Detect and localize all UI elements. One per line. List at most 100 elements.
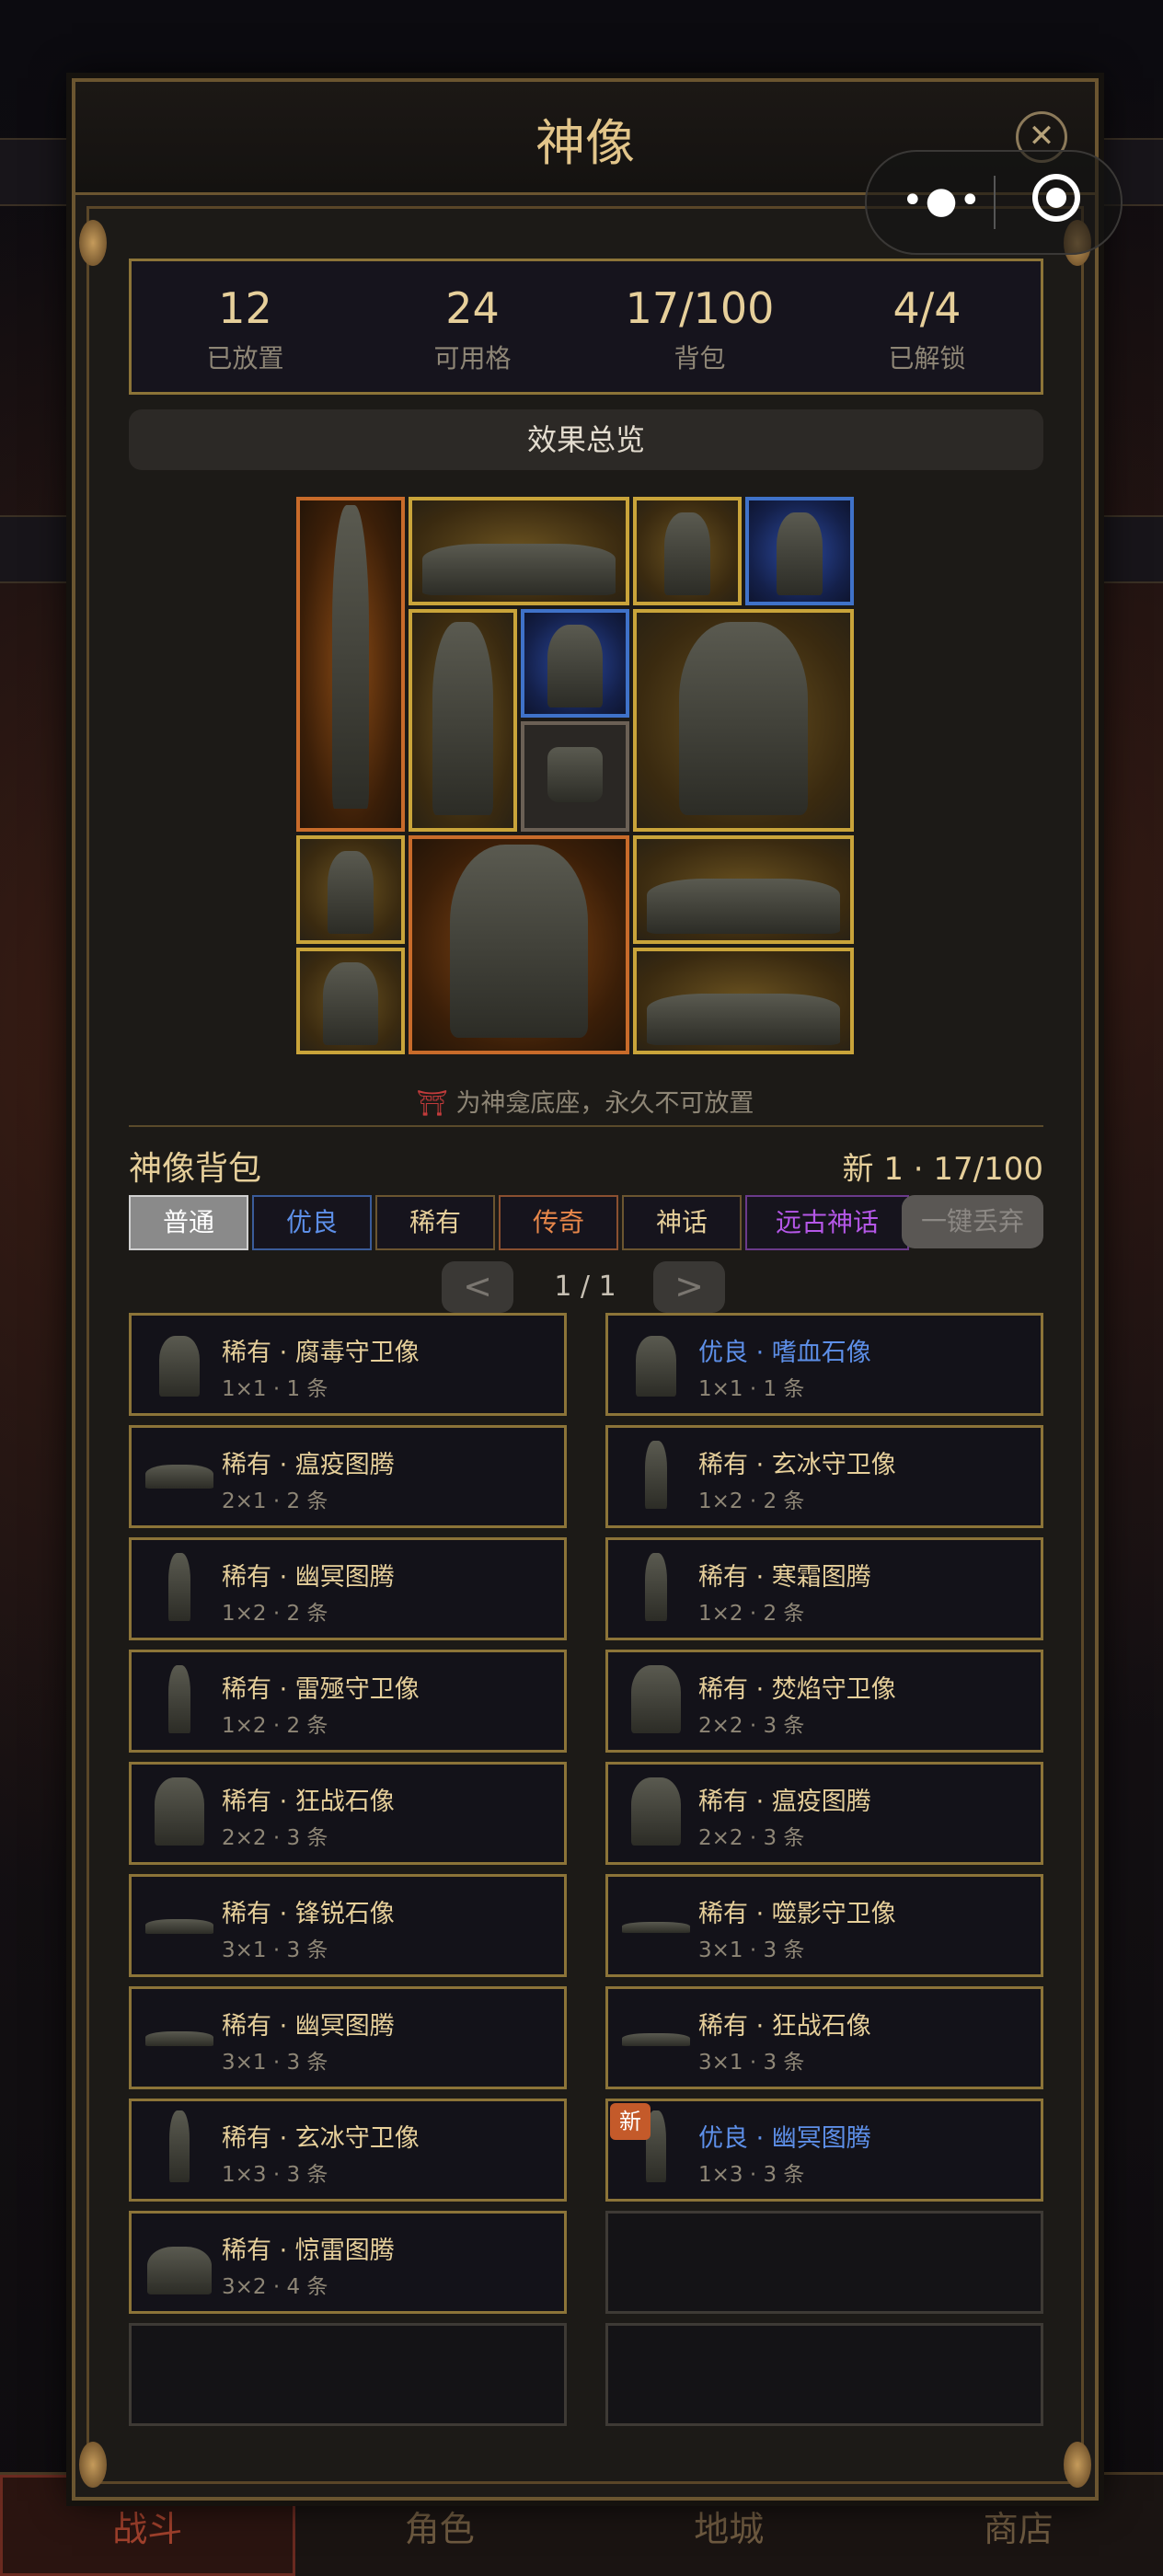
item-meta: 1×1 · 1 条 [222, 1377, 328, 1401]
statue-modal: 神像 ✕ 12 已放置 24 可用格 17/100 背包 4/4 已解锁 效果总… [72, 78, 1099, 2501]
base-note: ⛩ 为神龛底座，永久不可放置 [75, 1083, 1095, 1119]
item-name: 稀有 · 焚焰守卫像 [698, 1675, 896, 1704]
shrine-grid [296, 497, 854, 1054]
stat-label: 可用格 [433, 343, 512, 374]
target-icon[interactable] [1032, 174, 1080, 222]
grid-slot[interactable] [409, 497, 629, 605]
bag-item[interactable]: 优良 · 嗜血石像 1×1 · 1 条 [605, 1313, 1043, 1416]
bag-item[interactable]: 稀有 · 幽冥图腾 1×2 · 2 条 [129, 1537, 567, 1640]
grid-slot[interactable] [633, 835, 854, 944]
statue-icon [141, 1327, 218, 1404]
statue-icon [617, 1776, 695, 1853]
bag-item[interactable]: 稀有 · 噬影守卫像 3×1 · 3 条 [605, 1874, 1043, 1977]
item-name: 稀有 · 腐毒守卫像 [222, 1339, 420, 1367]
stat-label: 已解锁 [888, 343, 966, 374]
item-name: 稀有 · 噬影守卫像 [698, 1900, 896, 1928]
item-meta: 1×3 · 3 条 [222, 2163, 328, 2187]
stats-panel: 12 已放置 24 可用格 17/100 背包 4/4 已解锁 [129, 259, 1043, 395]
item-meta: 1×2 · 2 条 [698, 1602, 805, 1626]
bag-item[interactable]: 稀有 · 玄冰守卫像 1×2 · 2 条 [605, 1425, 1043, 1528]
grid-slot[interactable] [633, 497, 742, 605]
bag-item[interactable]: 稀有 · 锋锐石像 3×1 · 3 条 [129, 1874, 567, 1977]
stat-label: 背包 [674, 343, 726, 374]
item-meta: 3×1 · 3 条 [222, 2051, 328, 2075]
statue-icon [141, 1551, 218, 1628]
capsule-separator [994, 176, 996, 229]
statue-icon [141, 1663, 218, 1741]
item-meta: 3×1 · 3 条 [698, 2051, 805, 2075]
pager: < 1 / 1 > [75, 1261, 1095, 1317]
stat-placed: 12 已放置 [132, 261, 359, 392]
more-dots-icon[interactable]: •●• [902, 182, 983, 219]
miniprogram-capsule: •●• [865, 150, 1123, 255]
page-indicator: 1 / 1 [554, 1271, 616, 1303]
new-badge: 新 [610, 2103, 651, 2140]
bag-item[interactable]: 稀有 · 惊雷图腾 3×2 · 4 条 [129, 2211, 567, 2314]
bag-item[interactable]: 新 优良 · 幽冥图腾 1×3 · 3 条 [605, 2099, 1043, 2202]
item-meta: 3×1 · 3 条 [698, 1938, 805, 1962]
torii-icon: ⛩ [416, 1089, 448, 1118]
item-meta: 1×1 · 1 条 [698, 1377, 805, 1401]
stat-value: 17/100 [625, 283, 775, 333]
statue-icon [141, 2225, 218, 2302]
grid-slot[interactable] [296, 835, 405, 944]
bag-item[interactable]: 稀有 · 幽冥图腾 3×1 · 3 条 [129, 1986, 567, 2089]
shrine-base-slot [521, 721, 629, 832]
grid-slot[interactable] [296, 497, 405, 832]
grid-slot[interactable] [409, 609, 517, 832]
stat-available: 24 可用格 [359, 261, 586, 392]
filter-ancient-mythic[interactable]: 远古神话 [745, 1195, 909, 1250]
bag-count: 新 1 · 17/100 [842, 1151, 1043, 1188]
stat-bag: 17/100 背包 [586, 261, 813, 392]
filter-legendary[interactable]: 传奇 [499, 1195, 618, 1250]
bag-item[interactable]: 稀有 · 狂战石像 3×1 · 3 条 [605, 1986, 1043, 2089]
item-name: 稀有 · 惊雷图腾 [222, 2237, 395, 2265]
bag-item[interactable]: 稀有 · 瘟疫图腾 2×2 · 3 条 [605, 1762, 1043, 1865]
item-name: 稀有 · 寒霜图腾 [698, 1563, 871, 1592]
corner-gem-icon [79, 220, 107, 266]
item-meta: 1×2 · 2 条 [222, 1602, 328, 1626]
rarity-filters: 普通 优良 稀有 传奇 神话 远古神话 [129, 1195, 909, 1250]
item-meta: 1×3 · 3 条 [698, 2163, 805, 2187]
item-meta: 3×2 · 4 条 [222, 2275, 328, 2299]
bag-item[interactable]: 稀有 · 狂战石像 2×2 · 3 条 [129, 1762, 567, 1865]
item-name: 优良 · 幽冥图腾 [698, 2124, 871, 2153]
statue-icon [141, 1776, 218, 1853]
empty-bag-slot [605, 2211, 1043, 2314]
filter-normal[interactable]: 普通 [129, 1195, 248, 1250]
grid-slot[interactable] [745, 497, 854, 605]
item-meta: 1×2 · 2 条 [222, 1714, 328, 1738]
next-page-button[interactable]: > [653, 1261, 725, 1313]
item-meta: 2×1 · 2 条 [222, 1489, 328, 1513]
grid-slot[interactable] [633, 948, 854, 1054]
statue-icon [617, 1327, 695, 1404]
stat-unlocked: 4/4 已解锁 [813, 261, 1041, 392]
bag-item[interactable]: 稀有 · 寒霜图腾 1×2 · 2 条 [605, 1537, 1043, 1640]
filter-mythic[interactable]: 神话 [622, 1195, 742, 1250]
stat-value: 12 [218, 283, 272, 333]
grid-slot[interactable] [521, 609, 629, 718]
grid-slot[interactable] [633, 609, 854, 832]
grid-slot[interactable] [296, 948, 405, 1054]
bag-item[interactable]: 稀有 · 腐毒守卫像 1×1 · 1 条 [129, 1313, 567, 1416]
statue-icon [617, 2000, 695, 2077]
stat-label: 已放置 [206, 343, 284, 374]
effect-summary-button[interactable]: 效果总览 [129, 409, 1043, 470]
filter-rare[interactable]: 稀有 [375, 1195, 495, 1250]
statue-icon [617, 1888, 695, 1965]
empty-bag-slot [605, 2323, 1043, 2426]
statue-icon [141, 1439, 218, 1516]
grid-slot[interactable] [409, 835, 629, 1054]
bag-item[interactable]: 稀有 · 瘟疫图腾 2×1 · 2 条 [129, 1425, 567, 1528]
filter-good[interactable]: 优良 [252, 1195, 372, 1250]
bag-item[interactable]: 稀有 · 雷殛守卫像 1×2 · 2 条 [129, 1650, 567, 1753]
item-name: 稀有 · 幽冥图腾 [222, 1563, 395, 1592]
empty-bag-slot [129, 2323, 567, 2426]
bag-item[interactable]: 稀有 · 玄冰守卫像 1×3 · 3 条 [129, 2099, 567, 2202]
discard-all-button[interactable]: 一键丢弃 [902, 1195, 1043, 1248]
statue-icon [141, 1888, 218, 1965]
bag-item[interactable]: 稀有 · 焚焰守卫像 2×2 · 3 条 [605, 1650, 1043, 1753]
item-name: 稀有 · 狂战石像 [222, 1788, 395, 1816]
item-name: 稀有 · 玄冰守卫像 [698, 1451, 896, 1479]
item-name: 稀有 · 狂战石像 [698, 2012, 871, 2041]
